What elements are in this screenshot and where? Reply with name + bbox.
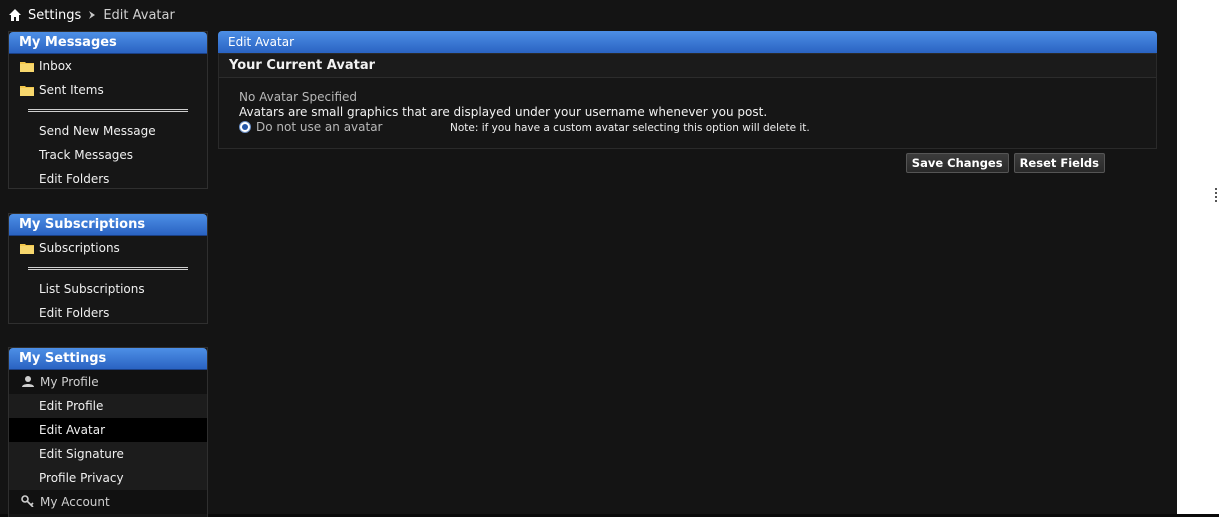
breadcrumb-current: Edit Avatar — [103, 7, 175, 23]
avatar-note: Note: if you have a custom avatar select… — [450, 122, 810, 134]
avatar-description: Avatars are small graphics that are disp… — [239, 105, 768, 119]
sidebar-item-label: Inbox — [39, 59, 72, 73]
resize-grip[interactable] — [1215, 188, 1217, 202]
home-icon[interactable] — [8, 8, 22, 22]
save-changes-button[interactable]: Save Changes — [905, 153, 1009, 173]
sidebar-item-edit-folders[interactable]: Edit Folders — [9, 167, 207, 191]
form-buttons: Save Changes Reset Fields — [905, 153, 1105, 173]
key-icon — [21, 495, 34, 507]
avatar-content: No Avatar Specified Avatars are small gr… — [219, 78, 1156, 148]
my-messages-block: My Messages Inbox Sent Items Send New Me… — [8, 31, 208, 189]
my-messages-header[interactable]: My Messages — [9, 32, 207, 54]
edit-avatar-panel: Edit Avatar Your Current Avatar No Avata… — [218, 31, 1157, 149]
sidebar-category-my-profile[interactable]: My Profile — [9, 370, 207, 394]
sidebar-item-send-new-message[interactable]: Send New Message — [9, 119, 207, 143]
arrow-icon — [89, 11, 96, 19]
sidebar-item-profile-privacy[interactable]: Profile Privacy — [9, 466, 207, 490]
folder-icon — [20, 86, 34, 96]
my-subscriptions-block: My Subscriptions Subscriptions List Subs… — [8, 213, 208, 324]
my-subscriptions-header[interactable]: My Subscriptions — [9, 214, 207, 236]
sidebar-item-inbox[interactable]: Inbox — [9, 54, 207, 78]
reset-fields-button[interactable]: Reset Fields — [1013, 153, 1105, 173]
sidebar-item-label: My Profile — [40, 375, 99, 389]
no-avatar-radio[interactable] — [239, 121, 251, 133]
no-avatar-radio-label[interactable]: Do not use an avatar — [256, 120, 383, 134]
sidebar-item-subscriptions[interactable]: Subscriptions — [9, 236, 207, 260]
section-title: Your Current Avatar — [219, 54, 1156, 78]
sidebar-item-track-messages[interactable]: Track Messages — [9, 143, 207, 167]
app-window: Settings Edit Avatar My Messages Inbox S… — [0, 0, 1177, 517]
sidebar-item-list-subscriptions[interactable]: List Subscriptions — [9, 277, 207, 301]
sidebar-item-edit-folders[interactable]: Edit Folders — [9, 301, 207, 325]
sidebar-category-my-account[interactable]: My Account — [9, 490, 207, 514]
my-settings-block: My Settings My Profile Edit Profile Edit… — [8, 347, 208, 517]
divider — [28, 267, 188, 270]
sidebar-item-label: Sent Items — [39, 83, 104, 97]
panel-body: Your Current Avatar No Avatar Specified … — [218, 53, 1157, 149]
sidebar-item-label: Subscriptions — [39, 241, 120, 255]
sidebar-item-label: My Account — [40, 495, 110, 509]
panel-title: Edit Avatar — [218, 31, 1157, 53]
right-margin — [1177, 0, 1219, 514]
sidebar-item-edit-signature[interactable]: Edit Signature — [9, 442, 207, 466]
user-icon — [22, 376, 34, 387]
folder-icon — [20, 244, 34, 254]
my-settings-header[interactable]: My Settings — [9, 348, 207, 370]
no-avatar-text: No Avatar Specified — [239, 90, 358, 104]
sidebar-item-sent-items[interactable]: Sent Items — [9, 78, 207, 102]
no-avatar-option[interactable]: Do not use an avatar — [239, 120, 383, 134]
breadcrumb-settings-link[interactable]: Settings — [28, 8, 81, 23]
sidebar-item-edit-profile[interactable]: Edit Profile — [9, 394, 207, 418]
breadcrumb: Settings Edit Avatar — [8, 6, 175, 24]
divider — [28, 109, 188, 112]
folder-icon — [20, 62, 34, 72]
sidebar-item-edit-avatar[interactable]: Edit Avatar — [9, 418, 207, 442]
